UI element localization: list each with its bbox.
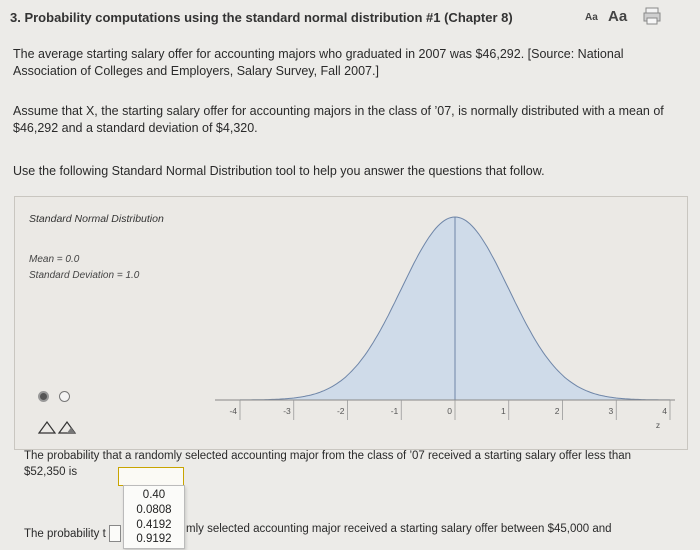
increase-font-button[interactable]: Aa [608, 8, 627, 25]
decrease-font-button[interactable]: Aa [585, 12, 598, 23]
tick-label: -3 [283, 406, 291, 416]
tick-group: -4 -3 -2 -1 0 1 2 3 4 [229, 400, 671, 420]
normal-curve-plot[interactable]: -4 -3 -2 -1 0 1 2 3 4 z [15, 197, 687, 449]
axis-label: z [656, 420, 660, 430]
tick-label: -2 [337, 406, 345, 416]
question-1-answer-select[interactable] [118, 467, 184, 486]
print-icon[interactable] [642, 6, 662, 26]
tick-label: 3 [609, 406, 614, 416]
tick-label: -1 [391, 406, 399, 416]
question-2-text-rest: mly selected accounting major received a… [186, 523, 612, 535]
tick-label: 4 [662, 406, 667, 416]
dropdown-option[interactable]: 0.4192 [124, 519, 184, 531]
dropdown-option[interactable]: 0.40 [124, 489, 184, 501]
intro-paragraph: The average starting salary offer for ac… [13, 47, 624, 78]
instruction-paragraph: Use the following Standard Normal Distri… [13, 164, 545, 178]
problem-page: 3. Probability computations using the st… [0, 0, 700, 550]
tick-label: 0 [447, 406, 452, 416]
question-2-text-start: The probability t [24, 528, 106, 540]
tick-label: 1 [501, 406, 506, 416]
assumption-paragraph: Assume that X, the starting salary offer… [13, 104, 664, 135]
dropdown-option[interactable]: 0.0808 [124, 504, 184, 516]
tick-label: 2 [555, 406, 560, 416]
tick-label: -4 [229, 406, 237, 416]
normal-distribution-tool: Standard Normal Distribution Mean = 0.0 … [14, 196, 688, 450]
problem-title: 3. Probability computations using the st… [10, 10, 513, 25]
dropdown-option[interactable]: 0.9192 [124, 533, 184, 545]
question-2-answer-select[interactable] [109, 525, 121, 542]
question-1-dropdown[interactable]: 0.40 0.0808 0.4192 0.9192 [123, 485, 185, 549]
